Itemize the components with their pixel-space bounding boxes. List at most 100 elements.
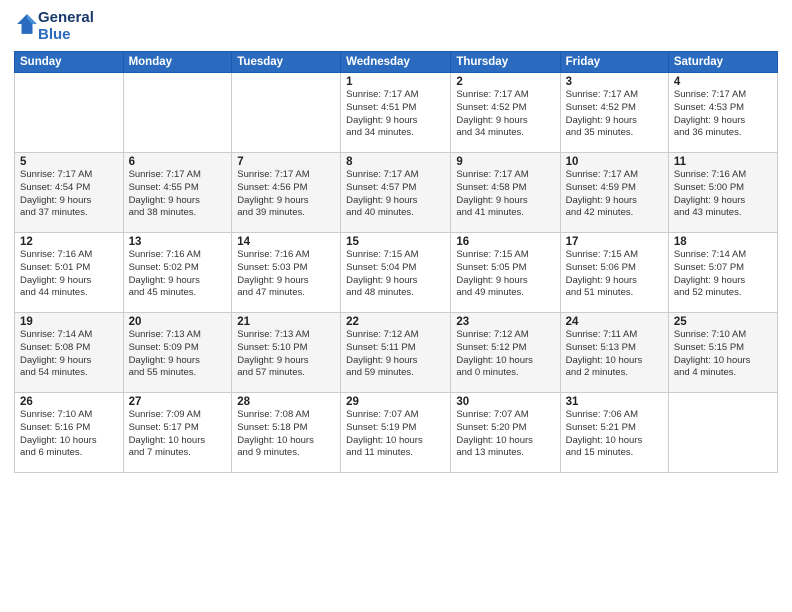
logo: General Blue — [14, 10, 94, 43]
calendar-cell: 19Sunrise: 7:14 AM Sunset: 5:08 PM Dayli… — [15, 313, 124, 393]
calendar-cell: 30Sunrise: 7:07 AM Sunset: 5:20 PM Dayli… — [451, 393, 560, 473]
cell-info: Sunrise: 7:17 AM Sunset: 4:52 PM Dayligh… — [566, 89, 663, 140]
calendar-cell: 16Sunrise: 7:15 AM Sunset: 5:05 PM Dayli… — [451, 233, 560, 313]
weekday-monday: Monday — [123, 52, 232, 73]
cell-info: Sunrise: 7:17 AM Sunset: 4:52 PM Dayligh… — [456, 89, 554, 140]
cell-date: 13 — [129, 236, 227, 248]
cell-info: Sunrise: 7:17 AM Sunset: 4:53 PM Dayligh… — [674, 89, 772, 140]
weekday-tuesday: Tuesday — [232, 52, 341, 73]
cell-info: Sunrise: 7:17 AM Sunset: 4:58 PM Dayligh… — [456, 169, 554, 220]
cell-info: Sunrise: 7:14 AM Sunset: 5:08 PM Dayligh… — [20, 329, 118, 380]
calendar-body: 1Sunrise: 7:17 AM Sunset: 4:51 PM Daylig… — [15, 73, 778, 473]
cell-info: Sunrise: 7:07 AM Sunset: 5:20 PM Dayligh… — [456, 409, 554, 460]
calendar-cell: 29Sunrise: 7:07 AM Sunset: 5:19 PM Dayli… — [341, 393, 451, 473]
cell-info: Sunrise: 7:10 AM Sunset: 5:15 PM Dayligh… — [674, 329, 772, 380]
calendar-cell: 26Sunrise: 7:10 AM Sunset: 5:16 PM Dayli… — [15, 393, 124, 473]
cell-info: Sunrise: 7:09 AM Sunset: 5:17 PM Dayligh… — [129, 409, 227, 460]
calendar-cell: 25Sunrise: 7:10 AM Sunset: 5:15 PM Dayli… — [668, 313, 777, 393]
calendar-cell: 18Sunrise: 7:14 AM Sunset: 5:07 PM Dayli… — [668, 233, 777, 313]
cell-date: 22 — [346, 316, 445, 328]
calendar-cell: 17Sunrise: 7:15 AM Sunset: 5:06 PM Dayli… — [560, 233, 668, 313]
cell-date: 24 — [566, 316, 663, 328]
cell-info: Sunrise: 7:16 AM Sunset: 5:03 PM Dayligh… — [237, 249, 335, 300]
calendar-cell: 20Sunrise: 7:13 AM Sunset: 5:09 PM Dayli… — [123, 313, 232, 393]
cell-info: Sunrise: 7:12 AM Sunset: 5:11 PM Dayligh… — [346, 329, 445, 380]
cell-date: 4 — [674, 76, 772, 88]
week-row-2: 5Sunrise: 7:17 AM Sunset: 4:54 PM Daylig… — [15, 153, 778, 233]
cell-date: 14 — [237, 236, 335, 248]
calendar-cell: 3Sunrise: 7:17 AM Sunset: 4:52 PM Daylig… — [560, 73, 668, 153]
cell-info: Sunrise: 7:13 AM Sunset: 5:09 PM Dayligh… — [129, 329, 227, 380]
cell-info: Sunrise: 7:14 AM Sunset: 5:07 PM Dayligh… — [674, 249, 772, 300]
logo-blue: Blue — [38, 27, 94, 44]
calendar-cell: 7Sunrise: 7:17 AM Sunset: 4:56 PM Daylig… — [232, 153, 341, 233]
cell-date: 15 — [346, 236, 445, 248]
weekday-header-row: SundayMondayTuesdayWednesdayThursdayFrid… — [15, 52, 778, 73]
cell-date: 27 — [129, 396, 227, 408]
calendar-cell: 12Sunrise: 7:16 AM Sunset: 5:01 PM Dayli… — [15, 233, 124, 313]
cell-info: Sunrise: 7:06 AM Sunset: 5:21 PM Dayligh… — [566, 409, 663, 460]
cell-date: 31 — [566, 396, 663, 408]
cell-info: Sunrise: 7:15 AM Sunset: 5:04 PM Dayligh… — [346, 249, 445, 300]
cell-date: 26 — [20, 396, 118, 408]
calendar-cell: 21Sunrise: 7:13 AM Sunset: 5:10 PM Dayli… — [232, 313, 341, 393]
cell-date: 28 — [237, 396, 335, 408]
weekday-saturday: Saturday — [668, 52, 777, 73]
calendar-cell: 6Sunrise: 7:17 AM Sunset: 4:55 PM Daylig… — [123, 153, 232, 233]
calendar-cell — [232, 73, 341, 153]
weekday-wednesday: Wednesday — [341, 52, 451, 73]
calendar-cell: 13Sunrise: 7:16 AM Sunset: 5:02 PM Dayli… — [123, 233, 232, 313]
calendar-cell: 8Sunrise: 7:17 AM Sunset: 4:57 PM Daylig… — [341, 153, 451, 233]
calendar-cell: 4Sunrise: 7:17 AM Sunset: 4:53 PM Daylig… — [668, 73, 777, 153]
cell-date: 11 — [674, 156, 772, 168]
cell-date: 21 — [237, 316, 335, 328]
cell-date: 8 — [346, 156, 445, 168]
calendar-cell: 27Sunrise: 7:09 AM Sunset: 5:17 PM Dayli… — [123, 393, 232, 473]
cell-info: Sunrise: 7:16 AM Sunset: 5:01 PM Dayligh… — [20, 249, 118, 300]
cell-date: 29 — [346, 396, 445, 408]
calendar-cell: 28Sunrise: 7:08 AM Sunset: 5:18 PM Dayli… — [232, 393, 341, 473]
calendar-table: SundayMondayTuesdayWednesdayThursdayFrid… — [14, 51, 778, 473]
cell-date: 6 — [129, 156, 227, 168]
cell-info: Sunrise: 7:15 AM Sunset: 5:06 PM Dayligh… — [566, 249, 663, 300]
cell-date: 19 — [20, 316, 118, 328]
cell-info: Sunrise: 7:13 AM Sunset: 5:10 PM Dayligh… — [237, 329, 335, 380]
cell-date: 7 — [237, 156, 335, 168]
calendar-cell: 9Sunrise: 7:17 AM Sunset: 4:58 PM Daylig… — [451, 153, 560, 233]
cell-date: 12 — [20, 236, 118, 248]
cell-info: Sunrise: 7:15 AM Sunset: 5:05 PM Dayligh… — [456, 249, 554, 300]
weekday-thursday: Thursday — [451, 52, 560, 73]
calendar-cell: 22Sunrise: 7:12 AM Sunset: 5:11 PM Dayli… — [341, 313, 451, 393]
cell-date: 5 — [20, 156, 118, 168]
cell-date: 17 — [566, 236, 663, 248]
cell-date: 9 — [456, 156, 554, 168]
calendar-cell: 5Sunrise: 7:17 AM Sunset: 4:54 PM Daylig… — [15, 153, 124, 233]
cell-date: 16 — [456, 236, 554, 248]
calendar-cell: 10Sunrise: 7:17 AM Sunset: 4:59 PM Dayli… — [560, 153, 668, 233]
week-row-5: 26Sunrise: 7:10 AM Sunset: 5:16 PM Dayli… — [15, 393, 778, 473]
cell-info: Sunrise: 7:08 AM Sunset: 5:18 PM Dayligh… — [237, 409, 335, 460]
calendar-cell: 14Sunrise: 7:16 AM Sunset: 5:03 PM Dayli… — [232, 233, 341, 313]
cell-date: 10 — [566, 156, 663, 168]
cell-info: Sunrise: 7:17 AM Sunset: 4:57 PM Dayligh… — [346, 169, 445, 220]
logo-icon — [16, 13, 38, 35]
cell-info: Sunrise: 7:17 AM Sunset: 4:55 PM Dayligh… — [129, 169, 227, 220]
cell-info: Sunrise: 7:12 AM Sunset: 5:12 PM Dayligh… — [456, 329, 554, 380]
week-row-4: 19Sunrise: 7:14 AM Sunset: 5:08 PM Dayli… — [15, 313, 778, 393]
logo-general: General — [38, 10, 94, 27]
cell-date: 25 — [674, 316, 772, 328]
header: General Blue — [14, 10, 778, 43]
week-row-1: 1Sunrise: 7:17 AM Sunset: 4:51 PM Daylig… — [15, 73, 778, 153]
cell-info: Sunrise: 7:17 AM Sunset: 4:51 PM Dayligh… — [346, 89, 445, 140]
calendar-cell — [15, 73, 124, 153]
calendar-cell: 23Sunrise: 7:12 AM Sunset: 5:12 PM Dayli… — [451, 313, 560, 393]
calendar-cell: 1Sunrise: 7:17 AM Sunset: 4:51 PM Daylig… — [341, 73, 451, 153]
cell-info: Sunrise: 7:17 AM Sunset: 4:54 PM Dayligh… — [20, 169, 118, 220]
calendar-cell: 24Sunrise: 7:11 AM Sunset: 5:13 PM Dayli… — [560, 313, 668, 393]
cell-info: Sunrise: 7:10 AM Sunset: 5:16 PM Dayligh… — [20, 409, 118, 460]
cell-date: 3 — [566, 76, 663, 88]
cell-date: 23 — [456, 316, 554, 328]
cell-date: 30 — [456, 396, 554, 408]
cell-info: Sunrise: 7:17 AM Sunset: 4:59 PM Dayligh… — [566, 169, 663, 220]
cell-date: 2 — [456, 76, 554, 88]
